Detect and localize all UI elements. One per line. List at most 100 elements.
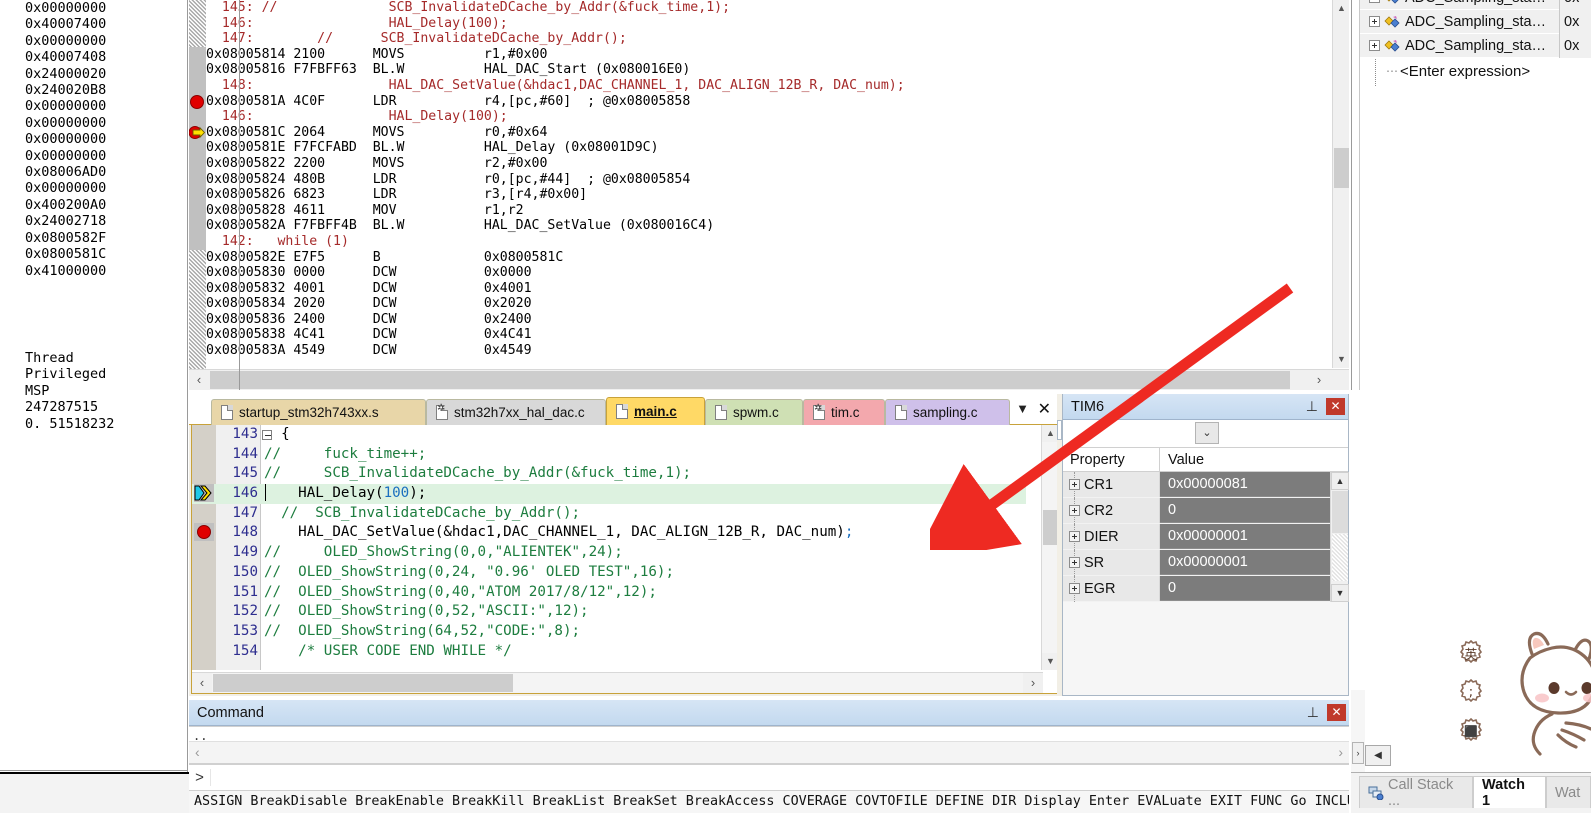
register-value[interactable]: 0x00000000: [0, 131, 170, 147]
pin-icon[interactable]: ⊥: [1307, 704, 1319, 721]
tim6-register-value[interactable]: 0x00000081: [1160, 472, 1330, 497]
editor-tab-startup-stm32h743xx-s[interactable]: startup_stm32h743xx.s: [211, 399, 426, 425]
scroll-track[interactable]: [1332, 534, 1348, 581]
disassembly-instruction-line[interactable]: 0x0800581E F7FCFABD BL.W HAL_Delay (0x08…: [189, 140, 1319, 156]
register-value[interactable]: 0x00000000: [0, 148, 170, 164]
breakpoint-icon[interactable]: [190, 94, 204, 109]
disassembly-source-line[interactable]: 146: HAL_Delay(100);: [189, 109, 1319, 125]
watch-variable-value[interactable]: 0x: [1559, 34, 1591, 58]
code-line[interactable]: 143 {: [192, 425, 1026, 445]
disassembly-source-line[interactable]: 146: HAL_Delay(100);: [189, 16, 1319, 32]
tim6-register-value[interactable]: 0x00000001: [1160, 550, 1330, 575]
register-value[interactable]: 0x240020B8: [0, 82, 170, 98]
disassembly-panel[interactable]: 145: // SCB_InvalidateDCache_by_Addr(&fu…: [189, 0, 1349, 390]
register-value[interactable]: 0x0800582F: [0, 230, 170, 246]
code-line[interactable]: 150 // OLED_ShowString(0,24, "0.96' OLED …: [192, 563, 1026, 583]
scroll-right-icon[interactable]: ›: [1309, 370, 1329, 390]
expand-icon[interactable]: [1069, 531, 1080, 542]
expand-icon[interactable]: [1369, 40, 1380, 51]
editor-tab-spwm-c[interactable]: spwm.c: [705, 399, 803, 425]
tim6-register-row[interactable]: SR 0x00000001: [1063, 550, 1348, 576]
disassembly-instruction-line[interactable]: 0x0800582A F7FBFF4B BL.W HAL_DAC_SetValu…: [189, 218, 1319, 234]
disassembly-instruction-line[interactable]: 0x08005822 2200 MOVS r2,#0x00: [189, 156, 1319, 172]
watch-variable-value[interactable]: 0x: [1559, 10, 1591, 34]
scroll-left-icon[interactable]: ‹: [189, 370, 209, 390]
close-icon[interactable]: ✕: [1327, 704, 1346, 721]
code-line[interactable]: 154 /* USER CODE END WHILE */: [192, 642, 1026, 662]
disassembly-instruction-line[interactable]: 0x08005838 4C41 DCW 0x4C41: [189, 327, 1319, 343]
bottom-tab-call-stack----[interactable]: Call Stack ...: [1359, 776, 1473, 809]
bottom-tab-wat[interactable]: Wat: [1546, 776, 1591, 808]
register-value[interactable]: 0x400200A0: [0, 197, 170, 213]
disassembly-instruction-line[interactable]: 0x08005836 2400 DCW 0x2400: [189, 312, 1319, 328]
register-mode-value[interactable]: MSP: [0, 383, 170, 399]
code-line[interactable]: 151 // OLED_ShowString(0,40,"ATOM 2017/8/…: [192, 583, 1026, 603]
disassembly-instruction-line[interactable]: 0x0800583A 4549 DCW 0x4549: [189, 343, 1319, 359]
disassembly-source-line[interactable]: 142: while (1): [189, 234, 1319, 250]
watch-row[interactable]: ADC_Sampling_sta… 0x: [1360, 34, 1591, 58]
watch-panel-top[interactable]: ADC_Sampling_sta…0xADC_Sampling_sta…0xAD…: [1351, 0, 1591, 390]
scroll-thumb-horizontal[interactable]: [213, 674, 513, 692]
code-line[interactable]: 147 // SCB_InvalidateDCache_by_Addr();: [192, 504, 1026, 524]
code-line[interactable]: 144 // fuck_time++;: [192, 445, 1026, 465]
editor-tab-main-c[interactable]: main.c: [606, 397, 705, 425]
register-value[interactable]: 0x00000000: [0, 115, 170, 131]
register-mode-value[interactable]: Thread: [0, 350, 170, 366]
command-output-scrollbar[interactable]: ‹ ›: [189, 741, 1349, 763]
watch-enter-expression-row[interactable]: ⋯ <Enter expression>: [1360, 58, 1591, 84]
scroll-thumb[interactable]: [1334, 148, 1349, 188]
code-editor[interactable]: 143 {144 // fuck_time++; 145 // SCB_Invalid…: [191, 425, 1059, 694]
disassembly-instruction-line[interactable]: 0x08005828 4611 MOV r1,r2: [189, 203, 1319, 219]
breakpoint-icon[interactable]: [197, 525, 211, 540]
tab-overflow-icon[interactable]: ▼: [1016, 401, 1029, 416]
disassembly-instruction-line[interactable]: 0x08005826 6823 LDR r3,[r4,#0x00]: [189, 187, 1319, 203]
disassembly-instruction-line[interactable]: 0x08005824 480B LDR r0,[pc,#44] ; @0x080…: [189, 172, 1319, 188]
disassembly-instruction-line[interactable]: 0x08005834 2020 DCW 0x2020: [189, 296, 1319, 312]
disassembly-instruction-line[interactable]: 0x08005832 4001 DCW 0x4001: [189, 281, 1319, 297]
expand-icon[interactable]: [1369, 0, 1380, 3]
command-output-area[interactable]: .. ‹ ›: [189, 726, 1349, 764]
register-value[interactable]: 0x41000000: [0, 263, 170, 279]
expand-icon[interactable]: [1069, 479, 1080, 490]
code-line[interactable]: 153 // OLED_ShowString(64,52,"CODE:",8);: [192, 622, 1026, 642]
editor-vertical-scrollbar[interactable]: ▲ ▼: [1041, 425, 1058, 670]
tim6-register-name-cell[interactable]: CR2: [1063, 498, 1160, 524]
tim6-register-value[interactable]: 0x00000001: [1160, 524, 1330, 549]
disassembly-instruction-line[interactable]: 0x0800581A 4C0F LDR r4,[pc,#60] ; @0x080…: [189, 94, 1319, 110]
disassembly-instruction-line[interactable]: 0x0800582E E7F5 B 0x0800581C: [189, 250, 1319, 266]
pin-icon[interactable]: ⊥: [1306, 398, 1318, 415]
scroll-down-icon[interactable]: ▼: [1333, 351, 1349, 368]
register-mode-value[interactable]: 247287515: [0, 399, 170, 415]
scroll-right-small-icon[interactable]: ›: [1352, 742, 1364, 764]
expand-icon[interactable]: [1069, 505, 1080, 516]
register-value[interactable]: 0x24002718: [0, 213, 170, 229]
close-icon[interactable]: ✕: [1326, 398, 1345, 415]
register-value[interactable]: 0x00000000: [0, 33, 170, 49]
register-mode-value[interactable]: 0. 51518232: [0, 416, 170, 432]
tab-scroll-left-icon[interactable]: ◀: [1365, 745, 1391, 766]
register-value[interactable]: 0x00000000: [0, 98, 170, 114]
register-value[interactable]: 0x24000020: [0, 66, 170, 82]
command-input-row[interactable]: >: [189, 764, 1349, 791]
scroll-down-icon[interactable]: ▼: [1331, 584, 1349, 602]
tim6-register-name-cell[interactable]: CR1: [1063, 472, 1160, 498]
editor-horizontal-scrollbar[interactable]: ‹ ›: [192, 672, 1043, 693]
ime-punctuation-toggle[interactable]: ;: [1458, 679, 1484, 705]
disassembly-source-line[interactable]: 145: // SCB_InvalidateDCache_by_Addr(&fu…: [189, 0, 1319, 16]
tab-close-icon[interactable]: ✕: [1038, 399, 1051, 419]
editor-tab-stm32h7xx-hal-dac-c[interactable]: stm32h7xx_hal_dac.c: [426, 399, 606, 425]
bottom-tab-watch-1[interactable]: Watch 1: [1473, 776, 1546, 809]
register-mode-value[interactable]: Privileged: [0, 366, 170, 382]
tim6-register-row[interactable]: CR1 0x00000081: [1063, 472, 1348, 498]
disassembly-instruction-line[interactable]: 0x08005816 F7FBFF63 BL.W HAL_DAC_Start (…: [189, 62, 1319, 78]
register-value[interactable]: 0x00000000: [0, 180, 170, 196]
scroll-left-icon[interactable]: ‹: [195, 744, 200, 760]
watch-row[interactable]: ADC_Sampling_sta… 0x: [1360, 10, 1591, 34]
program-counter-marker-cell[interactable]: [194, 484, 214, 503]
disassembly-source-line[interactable]: 148: HAL_DAC_SetValue(&hdac1,DAC_CHANNEL…: [189, 78, 1319, 94]
ime-language-toggle[interactable]: 英: [1458, 640, 1484, 666]
tim6-register-row[interactable]: DIER 0x00000001: [1063, 524, 1348, 550]
peripheral-select-dropdown[interactable]: ⌄: [1195, 422, 1219, 444]
scroll-thumb[interactable]: [1043, 510, 1058, 545]
scroll-left-icon[interactable]: ‹: [192, 673, 212, 693]
